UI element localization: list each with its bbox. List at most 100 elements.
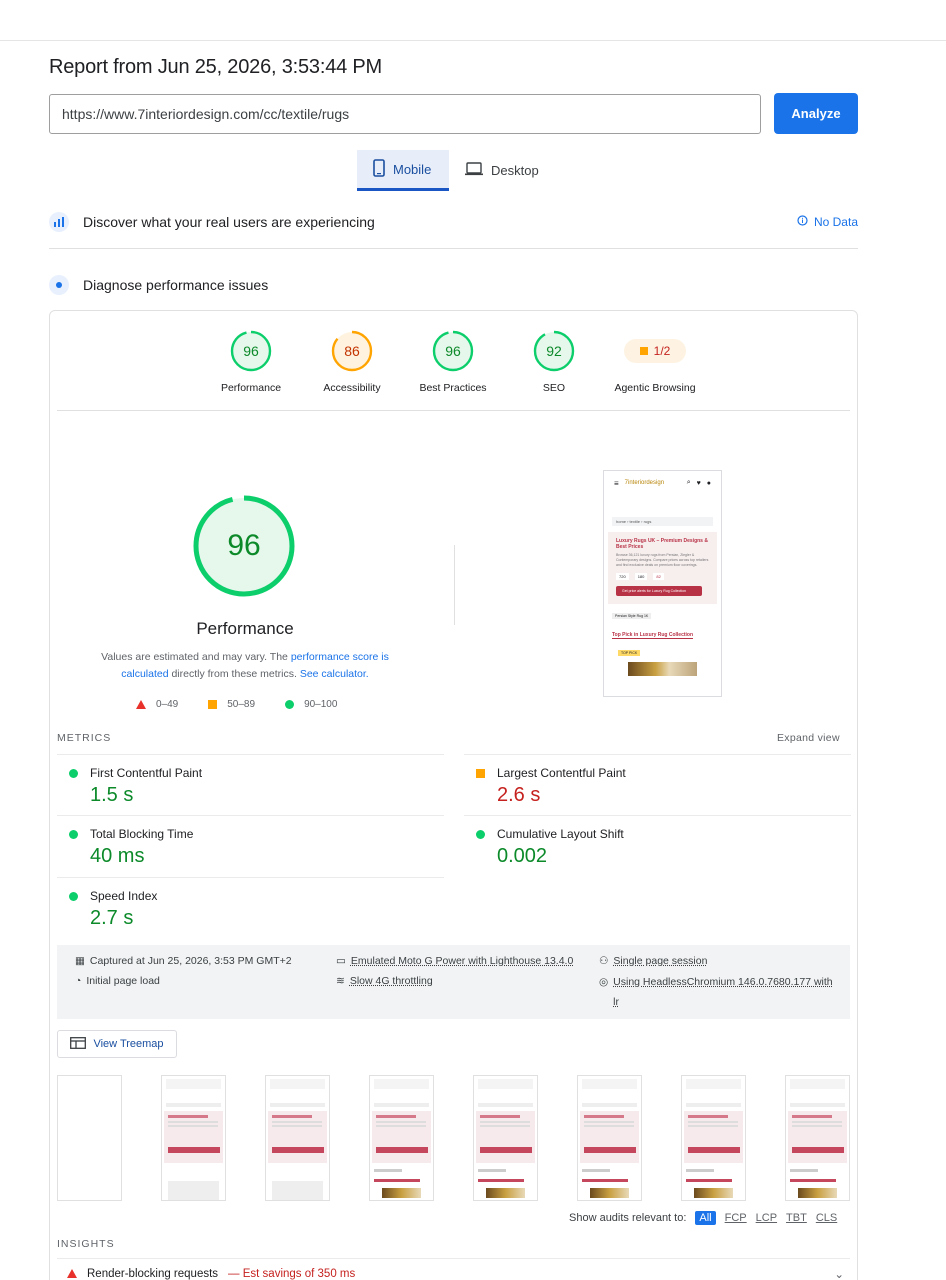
metric-fcp: First Contentful Paint 1.5 s <box>57 754 444 816</box>
filmstrip-frame <box>57 1075 122 1201</box>
score-gauge: 96 <box>230 330 272 372</box>
no-data-indicator[interactable]: No Data <box>797 215 858 229</box>
user-icon: ● <box>706 479 711 487</box>
tab-desktop[interactable]: Desktop <box>449 150 549 191</box>
score-accessibility[interactable]: 86 Accessibility <box>302 330 402 394</box>
filter-cls[interactable]: CLS <box>816 1212 837 1224</box>
legend-average: 50–89 <box>227 699 256 710</box>
desc-text: directly from these metrics. <box>168 668 300 680</box>
url-value: https://www.7interiordesign.com/cc/texti… <box>62 106 350 122</box>
preview-hero-title: Luxury Rugs UK – Premium Designs & Best … <box>616 538 708 550</box>
performance-title: Performance <box>196 619 294 638</box>
good-circle-icon <box>69 830 78 839</box>
url-input[interactable]: https://www.7interiordesign.com/cc/texti… <box>49 94 761 134</box>
report-title: Report from Jun 25, 2026, 3:53:44 PM <box>49 56 382 78</box>
info-icon <box>797 215 808 229</box>
preview-hero: Luxury Rugs UK – Premium Designs & Best … <box>608 532 717 604</box>
top-divider <box>0 40 946 41</box>
legend-good: 90–100 <box>304 699 338 710</box>
good-circle-icon <box>476 830 485 839</box>
env-browser[interactable]: Using HeadlessChromium 146.0.7680.177 wi… <box>613 972 839 1012</box>
see-calculator-link[interactable]: See calculator. <box>300 668 369 680</box>
diagnose-section: Diagnose performance issues <box>49 265 858 305</box>
average-square-icon <box>639 347 648 355</box>
filmstrip-frame <box>681 1075 746 1201</box>
env-load: Initial page load <box>86 975 160 987</box>
mobile-icon <box>373 158 385 180</box>
chrome-icon: ◎ <box>599 976 609 988</box>
users-chart-icon <box>49 212 69 232</box>
filter-all[interactable]: All <box>695 1211 716 1225</box>
timer-icon: ◔ <box>75 975 82 987</box>
insight-title: Render-blocking requests <box>87 1267 219 1280</box>
score-label: SEO <box>542 382 566 394</box>
filmstrip-frame <box>369 1075 434 1201</box>
score-agentic-browsing[interactable]: 1/2 Agentic Browsing <box>605 330 705 394</box>
treemap-icon <box>70 1036 87 1052</box>
metric-cls: Cumulative Layout Shift 0.002 <box>464 815 851 877</box>
metrics-header: METRICS <box>57 732 112 744</box>
preview-section-title: Top Pick in Luxury Rug Collection <box>612 632 694 639</box>
desktop-icon <box>465 162 483 179</box>
metric-name: Largest Contentful Paint <box>497 766 626 780</box>
preview-breadcrumb: home › textile › rugs <box>612 517 713 526</box>
agentic-value: 1/2 <box>653 344 671 358</box>
score-label: Best Practices <box>419 382 487 394</box>
score-performance[interactable]: 96 Performance <box>201 330 301 394</box>
metric-value: 40 ms <box>90 845 145 867</box>
preview-cta: Get price alerts for Luxury Rug Collecti… <box>616 586 702 596</box>
score-legend: 0–49 50–89 90–100 <box>136 699 359 710</box>
final-screenshot: ≡ 7interiordesign ⌕ ♥ ● home › textile ›… <box>603 470 722 697</box>
audit-filter-label: Show audits relevant to: <box>569 1212 687 1224</box>
filter-lcp[interactable]: LCP <box>756 1212 777 1224</box>
filter-tbt[interactable]: TBT <box>786 1212 807 1224</box>
preview-badge: TOP PICK <box>618 650 641 656</box>
diagnose-section-title: Diagnose performance issues <box>83 277 269 293</box>
env-session[interactable]: Single page session <box>613 955 707 967</box>
metric-name: First Contentful Paint <box>90 766 203 780</box>
score-gauge: 96 <box>432 330 474 372</box>
score-gauge: 92 <box>533 330 575 372</box>
metric-lcp: Largest Contentful Paint 2.6 s <box>464 754 851 816</box>
metric-value: 0.002 <box>497 845 548 867</box>
devices-icon: ▭ <box>336 955 346 967</box>
hamburger-icon: ≡ <box>614 478 619 488</box>
good-circle-icon <box>69 892 78 901</box>
env-throttle[interactable]: Slow 4G throttling <box>350 975 433 987</box>
filmstrip-frame <box>161 1075 226 1201</box>
brand-logo: 7interiordesign <box>624 480 665 486</box>
good-circle-icon <box>285 700 295 709</box>
no-data-label: No Data <box>813 215 858 229</box>
vertical-separator <box>454 545 455 625</box>
tab-desktop-label: Desktop <box>491 163 539 178</box>
legend-poor: 0–49 <box>156 699 179 710</box>
tab-mobile[interactable]: Mobile <box>357 150 449 191</box>
calendar-icon: ▦ <box>75 955 85 967</box>
env-device[interactable]: Emulated Moto G Power with Lighthouse 13… <box>351 955 573 967</box>
performance-score: 96 <box>227 529 261 562</box>
analyze-button[interactable]: Analyze <box>774 93 858 134</box>
diagnose-icon <box>49 275 69 295</box>
score-seo[interactable]: 92 SEO <box>504 330 604 394</box>
expand-view-toggle[interactable]: Expand view <box>777 732 840 744</box>
filmstrip-frame <box>785 1075 850 1201</box>
audit-filter: Show audits relevant to: All FCP LCP TBT… <box>569 1211 837 1225</box>
view-treemap-button[interactable]: View Treemap <box>57 1030 177 1058</box>
score-label: Performance <box>220 382 282 394</box>
desc-text: Values are estimated and may vary. The <box>101 651 291 663</box>
score-value: 96 <box>243 343 259 359</box>
wifi-icon: ≋ <box>336 975 345 987</box>
score-gauge: 86 <box>331 330 373 372</box>
env-captured: Captured at Jun 25, 2026, 3:53 PM GMT+2 <box>89 955 292 967</box>
section-divider <box>49 248 858 249</box>
session-icon: ⚇ <box>599 955 609 967</box>
treemap-label: View Treemap <box>93 1038 164 1050</box>
filter-fcp[interactable]: FCP <box>725 1212 747 1224</box>
score-best-practices[interactable]: 96 Best Practices <box>403 330 503 394</box>
crux-section-title: Discover what your real users are experi… <box>83 214 375 230</box>
preview-stat: 82 <box>653 573 664 580</box>
chevron-down-icon: ⌄ <box>834 1268 844 1280</box>
insight-render-blocking[interactable]: Render-blocking requests — Est savings o… <box>57 1258 850 1280</box>
runtime-environment: ▦ Captured at Jun 25, 2026, 3:53 PM GMT+2… <box>57 945 850 1019</box>
performance-description: Values are estimated and may vary. The p… <box>90 649 400 683</box>
